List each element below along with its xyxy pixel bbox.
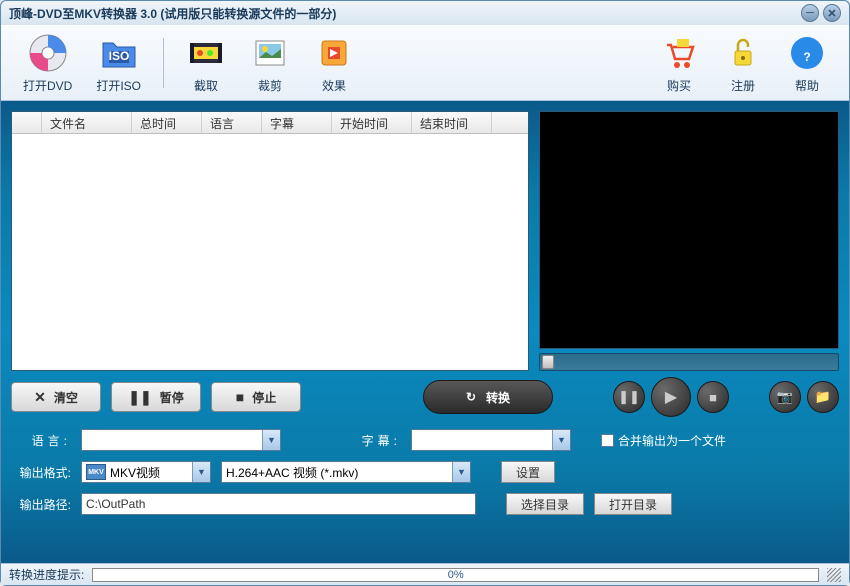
- settings-button[interactable]: 设置: [501, 461, 555, 483]
- player-play-button[interactable]: ▶: [651, 377, 691, 417]
- filmstrip-icon: [186, 33, 226, 73]
- format-label: 输出格式:: [11, 464, 71, 481]
- open-dvd-button[interactable]: 打开DVD: [13, 29, 82, 98]
- open-iso-button[interactable]: ISO 打开ISO: [86, 29, 151, 98]
- column-subtitle[interactable]: 字幕: [262, 112, 332, 133]
- snapshot-button[interactable]: 📷: [769, 381, 801, 413]
- iso-folder-icon: ISO: [99, 33, 139, 73]
- toolbar: 打开DVD ISO 打开ISO 截取 裁剪 效果: [1, 25, 849, 101]
- preview-slider[interactable]: [539, 353, 839, 371]
- mkv-icon: MKV: [86, 464, 106, 480]
- chevron-down-icon: ▼: [552, 430, 570, 450]
- chevron-down-icon: ▼: [192, 462, 210, 482]
- open-folder-button[interactable]: 📁: [807, 381, 839, 413]
- column-filename[interactable]: 文件名: [42, 112, 132, 133]
- column-end[interactable]: 结束时间: [412, 112, 492, 133]
- help-icon: ?: [787, 33, 827, 73]
- file-list-panel: 文件名 总时间 语言 字幕 开始时间 结束时间: [11, 111, 529, 371]
- preview-panel: [539, 111, 839, 371]
- select-dir-button[interactable]: 选择目录: [506, 493, 584, 515]
- effect-button[interactable]: 效果: [304, 29, 364, 98]
- titlebar: 顶峰-DVD至MKV转换器 3.0 (试用版只能转换源文件的一部分) ─ ✕: [1, 1, 849, 25]
- progress-bar: 0%: [92, 568, 819, 582]
- column-language[interactable]: 语言: [202, 112, 262, 133]
- open-dir-button[interactable]: 打开目录: [594, 493, 672, 515]
- progress-text: 0%: [448, 569, 464, 581]
- svg-text:ISO: ISO: [108, 49, 129, 63]
- window-title: 顶峰-DVD至MKV转换器 3.0 (试用版只能转换源文件的一部分): [9, 5, 801, 22]
- chevron-down-icon: ▼: [452, 462, 470, 482]
- dvd-disc-icon: [28, 33, 68, 73]
- statusbar: 转换进度提示: 0%: [1, 563, 849, 585]
- table-header: 文件名 总时间 语言 字幕 开始时间 结束时间: [12, 112, 528, 134]
- resize-grip[interactable]: [827, 568, 841, 582]
- column-checkbox[interactable]: [12, 112, 42, 133]
- x-icon: ✕: [34, 389, 46, 406]
- main-area: 文件名 总时间 语言 字幕 开始时间 结束时间 ✕ 清空: [1, 101, 849, 563]
- register-button[interactable]: 注册: [713, 29, 773, 98]
- playback-controls: ❚❚ ▶ ■: [613, 377, 729, 417]
- status-label: 转换进度提示:: [9, 566, 84, 583]
- subtitle-label: 字幕:: [341, 432, 401, 449]
- player-stop-button[interactable]: ■: [697, 381, 729, 413]
- svg-text:?: ?: [803, 50, 810, 64]
- convert-button[interactable]: ↻ 转换: [423, 380, 553, 414]
- stop-button[interactable]: ■ 停止: [211, 382, 301, 412]
- preview-screen: [539, 111, 839, 349]
- column-start[interactable]: 开始时间: [332, 112, 412, 133]
- language-select[interactable]: ▼: [81, 429, 281, 451]
- slider-thumb[interactable]: [542, 355, 554, 369]
- app-window: 顶峰-DVD至MKV转换器 3.0 (试用版只能转换源文件的一部分) ─ ✕ 打…: [0, 0, 850, 586]
- shopping-cart-icon: [659, 33, 699, 73]
- merge-checkbox[interactable]: [601, 434, 614, 447]
- pause-button[interactable]: ❚❚ 暂停: [111, 382, 201, 412]
- path-label: 输出路径:: [11, 496, 71, 513]
- picture-icon: [250, 33, 290, 73]
- help-button[interactable]: ? 帮助: [777, 29, 837, 98]
- minimize-button[interactable]: ─: [801, 4, 819, 22]
- stop-icon: ■: [236, 389, 244, 405]
- lock-icon: [723, 33, 763, 73]
- trim-button[interactable]: 裁剪: [240, 29, 300, 98]
- clear-button[interactable]: ✕ 清空: [11, 382, 101, 412]
- capture-button[interactable]: 截取: [176, 29, 236, 98]
- settings-panel: 语言: ▼ 字幕: ▼ 合并输出为一个文件 输出格式:: [11, 423, 839, 521]
- column-duration[interactable]: 总时间: [132, 112, 202, 133]
- subtitle-select[interactable]: ▼: [411, 429, 571, 451]
- language-label: 语言:: [11, 432, 71, 449]
- chevron-down-icon: ▼: [262, 430, 280, 450]
- snapshot-controls: 📷 📁: [769, 381, 839, 413]
- effect-icon: [314, 33, 354, 73]
- output-path-input[interactable]: C:\OutPath: [81, 493, 476, 515]
- refresh-icon: ↻: [466, 390, 476, 404]
- format-select[interactable]: MKV MKV视频 ▼: [81, 461, 211, 483]
- merge-checkbox-wrap[interactable]: 合并输出为一个文件: [601, 432, 726, 449]
- close-button[interactable]: ✕: [823, 4, 841, 22]
- codec-select[interactable]: H.264+AAC 视频 (*.mkv) ▼: [221, 461, 471, 483]
- buy-button[interactable]: 购买: [649, 29, 709, 98]
- pause-icon: ❚❚: [128, 389, 151, 406]
- player-pause-button[interactable]: ❚❚: [613, 381, 645, 413]
